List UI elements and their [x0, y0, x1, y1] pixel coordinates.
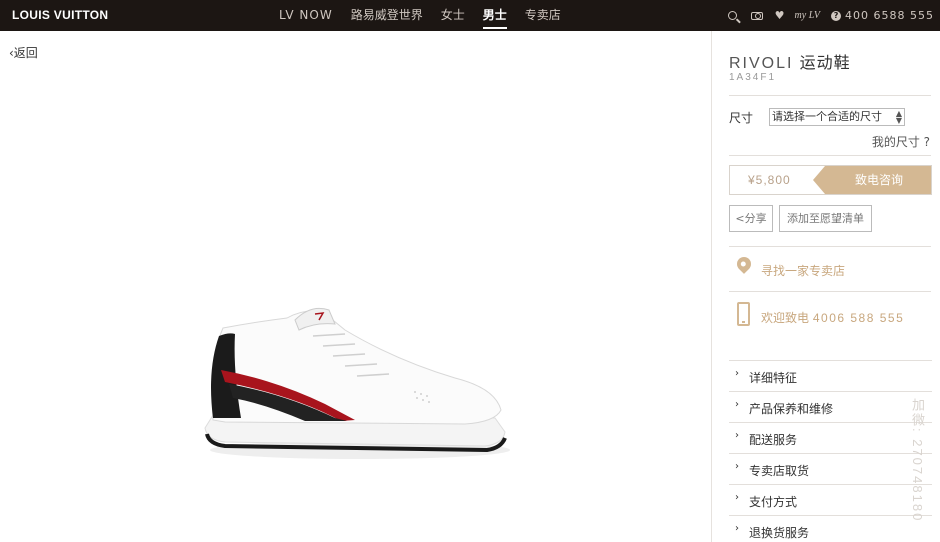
divider: [729, 155, 931, 156]
divider: [729, 246, 931, 247]
call-inquiry-button[interactable]: 致电咨询: [813, 166, 931, 194]
nav-item-world[interactable]: 路易威登世界: [351, 0, 423, 31]
accordion-care[interactable]: › 产品保养和维修: [729, 391, 932, 422]
accordion-payment[interactable]: › 支付方式: [729, 484, 932, 515]
mobile-phone-icon: [737, 302, 750, 326]
watermark-text: 加微: 27074818​0: [910, 398, 925, 523]
product-title: RIVOLI 运动鞋: [729, 49, 851, 73]
heart-icon[interactable]: ♥: [775, 9, 785, 22]
mylv-icon[interactable]: my LV: [795, 10, 820, 21]
find-store-link[interactable]: 寻找一家专卖店: [729, 254, 932, 285]
help-icon[interactable]: ?: [831, 10, 842, 21]
my-size-link[interactable]: 我的尺寸 ?: [872, 133, 930, 150]
brand-logo[interactable]: LOUIS VUITTON: [12, 8, 108, 22]
call-us-link[interactable]: 欢迎致电 4006 588 555: [729, 299, 932, 335]
share-button[interactable]: <分享: [729, 205, 773, 232]
select-arrows-icon: ▲ ▼: [895, 109, 902, 125]
accordion-store-pickup[interactable]: › 专卖店取货: [729, 453, 932, 484]
back-link[interactable]: ‹返回: [9, 44, 38, 61]
header-phone[interactable]: 400 6588 555: [845, 9, 934, 22]
nav-item-lv-now[interactable]: LV NOW: [279, 0, 333, 31]
search-icon[interactable]: [727, 11, 737, 20]
find-store-label: 寻找一家专卖店: [761, 264, 846, 278]
divider: [729, 291, 931, 292]
chevron-right-icon: ›: [735, 399, 739, 410]
utility-bar: ♥ my LV ? 400 6588 555: [718, 0, 934, 31]
product-panel: RIVOLI 运动鞋 1A34F1 尺寸 请选择一个合适的尺寸 ▲ ▼ 我的尺寸 …: [711, 31, 940, 542]
chevron-right-icon: ›: [735, 492, 739, 503]
nav-item-stores[interactable]: 专卖店: [525, 0, 561, 31]
product-code: 1A34F1: [729, 72, 777, 83]
size-select[interactable]: 请选择一个合适的尺寸 ▲ ▼: [769, 108, 905, 126]
chevron-right-icon: ›: [735, 461, 739, 472]
location-pin-icon: [734, 254, 754, 274]
accordion-returns[interactable]: › 退换货服务: [729, 515, 932, 542]
nav-item-men[interactable]: 男士: [482, 0, 507, 31]
top-nav-bar: LOUIS VUITTON LV NOW 路易威登世界 女士 男士 专卖店 ♥ …: [0, 0, 940, 31]
chevron-right-icon: ›: [735, 368, 739, 379]
camera-icon[interactable]: [750, 11, 763, 20]
add-to-wishlist-button[interactable]: 添加至愿望清单: [779, 205, 872, 232]
size-select-value: 请选择一个合适的尺寸: [772, 110, 882, 123]
price-box: ¥5,800 致电咨询: [729, 165, 932, 195]
call-us-number: 4006 588 555: [812, 311, 905, 325]
product-name-cn: 运动鞋: [799, 53, 851, 72]
product-name-en: RIVOLI: [729, 55, 794, 72]
call-us-label: 欢迎致电 4006 588 555: [761, 311, 905, 325]
chevron-right-icon: ›: [735, 430, 739, 441]
divider: [729, 95, 931, 96]
main-nav: LV NOW 路易威登世界 女士 男士 专卖店: [279, 0, 579, 31]
accordion-details[interactable]: › 详细特征: [729, 360, 932, 391]
chevron-right-icon: ›: [735, 523, 739, 534]
accordion-delivery[interactable]: › 配送服务: [729, 422, 932, 453]
product-image: [204, 307, 510, 459]
nav-item-women[interactable]: 女士: [441, 0, 465, 31]
size-label: 尺寸: [729, 111, 754, 125]
product-price: ¥5,800: [748, 173, 791, 187]
